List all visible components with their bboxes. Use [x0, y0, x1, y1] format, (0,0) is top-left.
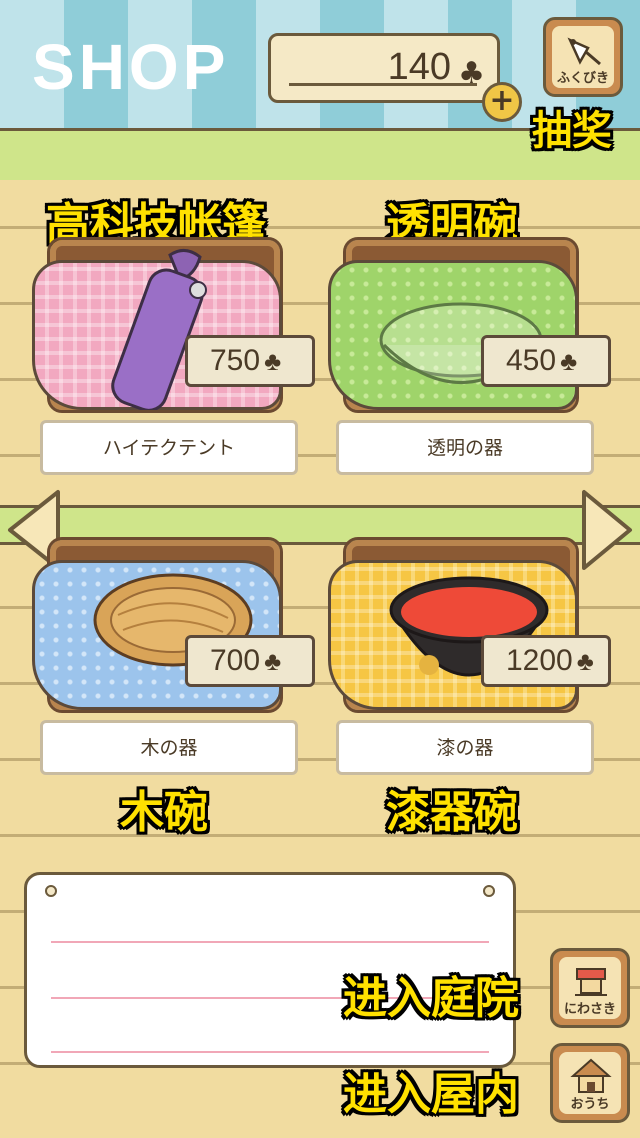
price-tag: 450 ♣: [481, 335, 611, 387]
clover-icon: ♣: [576, 646, 594, 676]
garden-label: にわさき: [563, 1002, 616, 1017]
coin-counter: 140 ♣: [268, 33, 500, 103]
clover-icon: ♣: [264, 646, 282, 676]
house-icon: [570, 1058, 612, 1093]
coin-underline: [289, 83, 477, 86]
clover-icon: ♣: [264, 346, 282, 376]
annotation-home: 进入屋内: [343, 1069, 519, 1120]
item-name: ハイテクテント: [40, 420, 298, 475]
home-label: おうち: [570, 1097, 610, 1112]
price-tag: 1200 ♣: [481, 635, 611, 687]
middle-shelf: [0, 505, 640, 545]
shop-item-wooden-bowl[interactable]: 700 ♣ 木の器: [32, 537, 315, 790]
price-value: 450: [506, 344, 557, 377]
annotation-item-3: 木碗: [120, 787, 208, 838]
go-to-garden-button[interactable]: にわさき: [550, 948, 630, 1028]
shop-item-clear-bowl[interactable]: 450 ♣ 透明の器: [328, 237, 611, 490]
price-value: 750: [210, 344, 261, 377]
lottery-button[interactable]: ふくびき: [543, 17, 623, 97]
add-coins-button[interactable]: +: [482, 82, 522, 122]
price-value: 700: [210, 644, 261, 677]
annotation-lottery: 抽奖: [532, 108, 612, 154]
shop-item-high-tech-tent[interactable]: 750 ♣ ハイテクテント: [32, 237, 315, 490]
go-home-button[interactable]: おうち: [550, 1043, 630, 1123]
item-name: 漆の器: [336, 720, 594, 775]
item-name: 木の器: [40, 720, 298, 775]
bell-icon: [567, 37, 601, 66]
pin-icon: [45, 885, 57, 897]
note-line: [51, 941, 489, 943]
pin-icon: [483, 885, 495, 897]
price-value: 1200: [506, 644, 573, 677]
page-title: SHOP: [32, 31, 230, 103]
price-tag: 700 ♣: [185, 635, 315, 687]
garden-icon: [575, 968, 607, 996]
annotation-item-4: 漆器碗: [386, 787, 518, 838]
lottery-label: ふくびき: [556, 71, 609, 86]
clover-icon: ♣: [560, 346, 578, 376]
shop-item-lacquer-bowl[interactable]: 1200 ♣ 漆の器: [328, 537, 611, 790]
note-line: [51, 1051, 489, 1053]
item-name: 透明の器: [336, 420, 594, 475]
price-tag: 750 ♣: [185, 335, 315, 387]
annotation-garden: 进入庭院: [343, 973, 519, 1024]
